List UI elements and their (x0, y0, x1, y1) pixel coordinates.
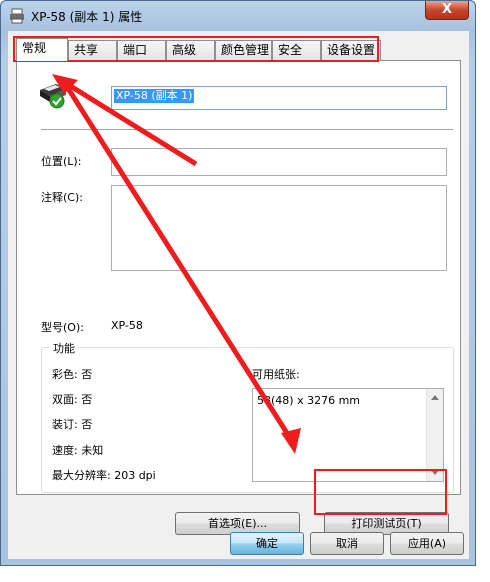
ok-button[interactable]: 确定 (230, 532, 304, 555)
apply-button[interactable]: 应用(A) (390, 532, 464, 555)
location-field[interactable] (111, 148, 447, 176)
comment-label: 注释(C): (41, 191, 83, 204)
scroll-up-icon[interactable] (431, 395, 439, 400)
print-test-page-label: 打印测试页(T) (351, 517, 422, 530)
window-title: XP-58 (副本 1) 属性 (31, 10, 143, 24)
feature-staple: 装订: 否 (52, 418, 93, 431)
paper-label: 可用纸张: (252, 368, 300, 381)
features-group: 功能 彩色: 否 双面: 否 装订: 否 速度: 未知 最大分辨率: 203 d… (41, 340, 454, 493)
model-value: XP-58 (111, 319, 143, 332)
cancel-button-label: 取消 (336, 537, 358, 550)
tab-label: 设备设置 (327, 43, 376, 57)
printer-name-value: XP-58 (副本 1) (114, 89, 195, 103)
feature-duplex: 双面: 否 (52, 393, 93, 406)
cancel-button[interactable]: 取消 (310, 532, 384, 555)
apply-button-label: 应用(A) (407, 537, 447, 550)
location-label: 位置(L): (41, 155, 82, 168)
feature-resolution: 最大分辨率: 203 dpi (52, 469, 156, 482)
tab-label: 颜色管理 (221, 43, 270, 57)
feature-color: 彩色: 否 (52, 368, 93, 381)
tab-label: 安全 (278, 43, 303, 57)
tab-label: 端口 (123, 43, 148, 57)
tab-sharing[interactable]: 共享 (68, 40, 117, 60)
tab-ports[interactable]: 端口 (117, 40, 166, 60)
scroll-down-icon[interactable] (431, 470, 439, 475)
paper-list-item[interactable]: 58(48) x 3276 mm (257, 394, 360, 407)
tab-label: 共享 (74, 43, 99, 57)
comment-field[interactable] (111, 185, 447, 271)
paper-list[interactable]: 58(48) x 3276 mm (252, 388, 444, 482)
tab-security[interactable]: 安全 (272, 40, 321, 60)
printer-properties-window: XP-58 (副本 1) 属性 X 常规 共享 端口 高级 颜色管理 安全 设备… (0, 0, 476, 566)
paper-list-scrollbar[interactable] (426, 389, 443, 481)
dialog-client: 常规 共享 端口 高级 颜色管理 安全 设备设置 XP-58 (副本 1) 位置… (8, 31, 469, 559)
tab-general[interactable]: 常规 (16, 38, 68, 61)
tab-advanced[interactable]: 高级 (166, 40, 215, 60)
features-group-label: 功能 (50, 340, 78, 356)
green-check-icon (49, 93, 65, 109)
feature-speed: 速度: 未知 (52, 444, 104, 457)
ok-button-label: 确定 (256, 537, 278, 550)
model-label: 型号(O): (41, 321, 84, 334)
printer-title-icon (10, 8, 24, 24)
close-button[interactable]: X (425, 1, 469, 20)
title-bar[interactable]: XP-58 (副本 1) 属性 X (1, 1, 475, 31)
printer-name-field[interactable]: XP-58 (副本 1) (111, 86, 447, 110)
tab-device-settings[interactable]: 设备设置 (321, 40, 381, 60)
tab-label: 常规 (22, 41, 47, 55)
close-icon: X (441, 2, 453, 17)
tab-label: 高级 (172, 43, 197, 57)
tab-color-management[interactable]: 颜色管理 (215, 40, 272, 60)
general-tab-panel: XP-58 (副本 1) 位置(L): 注释(C): 型号(O): XP-58 … (16, 60, 461, 535)
divider (41, 129, 453, 130)
preferences-button-label: 首选项(E)... (207, 517, 268, 530)
